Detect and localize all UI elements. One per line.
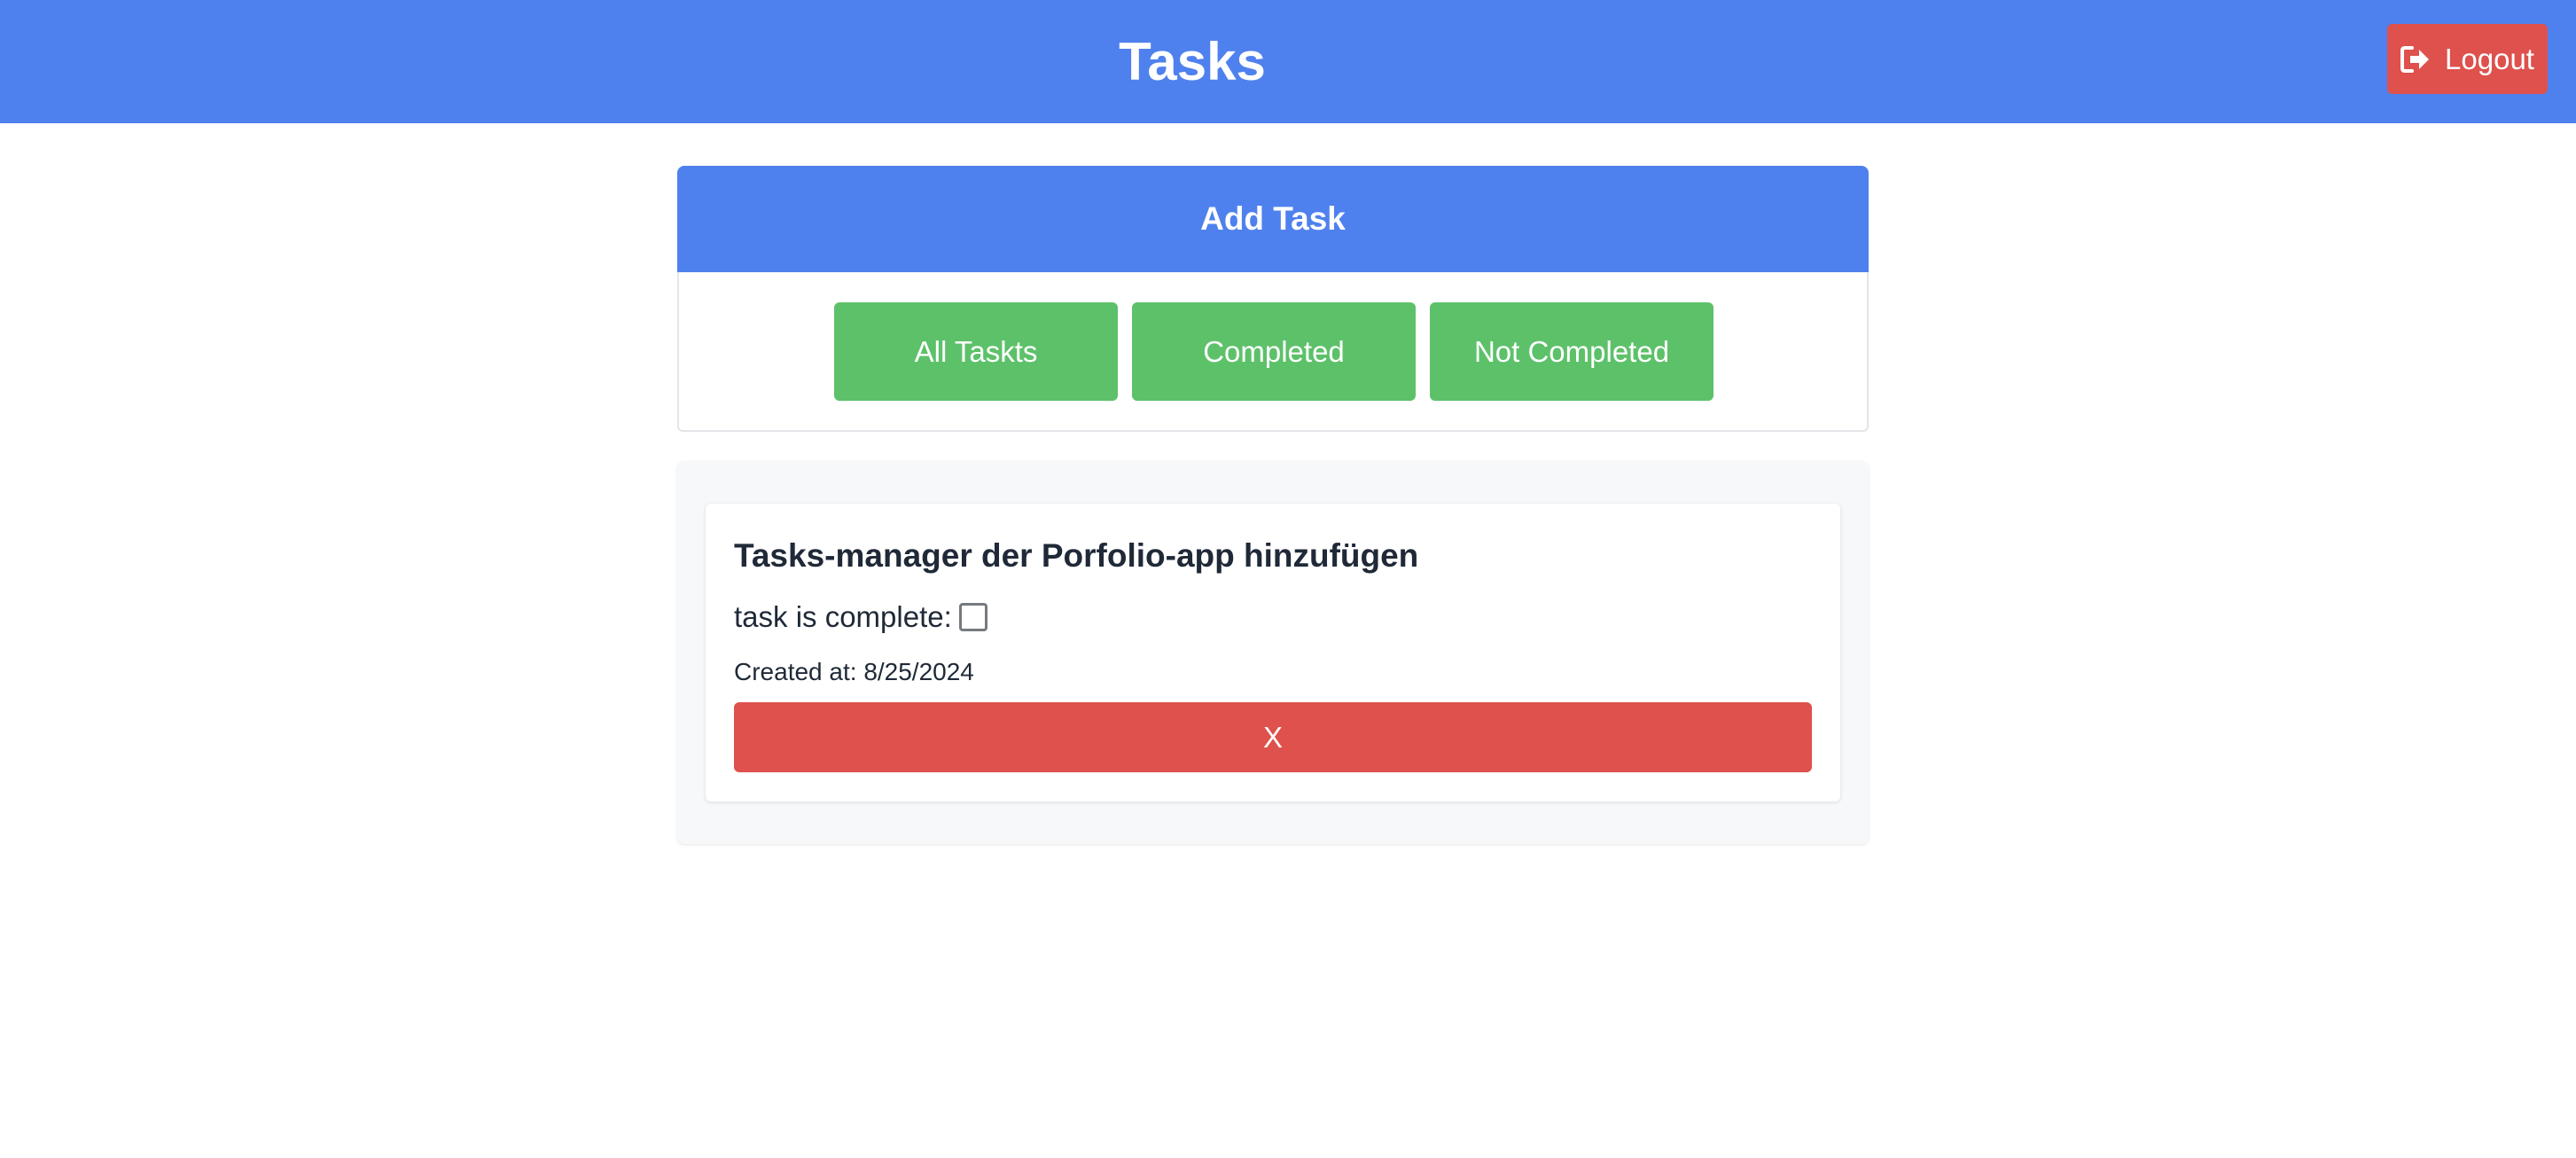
task-complete-label: task is complete: <box>734 600 952 633</box>
page-title: Tasks <box>1119 32 1266 91</box>
filter-completed-button[interactable]: Completed <box>1132 302 1416 401</box>
task-created-row: Created at: 8/25/2024 <box>734 654 974 690</box>
filter-not-completed-button[interactable]: Not Completed <box>1430 302 1713 401</box>
top-bar: Tasks Logout <box>0 0 2576 123</box>
task-created-date: 8/25/2024 <box>863 658 974 685</box>
task-complete-row: task is complete: <box>734 597 987 638</box>
filter-all-button[interactable]: All Taskts <box>834 302 1118 401</box>
task-created-label: Created at: <box>734 658 857 685</box>
task-card: Tasks-manager der Porfolio-app hinzufüge… <box>706 504 1840 802</box>
filter-panel: All Taskts Completed Not Completed <box>677 272 1869 432</box>
add-task-button[interactable]: Add Task <box>677 166 1869 272</box>
task-title: Tasks-manager der Porfolio-app hinzufüge… <box>734 537 1419 574</box>
logout-icon <box>2400 45 2431 73</box>
delete-task-button[interactable]: X <box>734 702 1812 772</box>
logout-button[interactable]: Logout <box>2387 24 2548 94</box>
task-list: Tasks-manager der Porfolio-app hinzufüge… <box>677 461 1869 844</box>
task-complete-checkbox[interactable] <box>958 603 987 631</box>
logout-label: Logout <box>2445 42 2534 75</box>
